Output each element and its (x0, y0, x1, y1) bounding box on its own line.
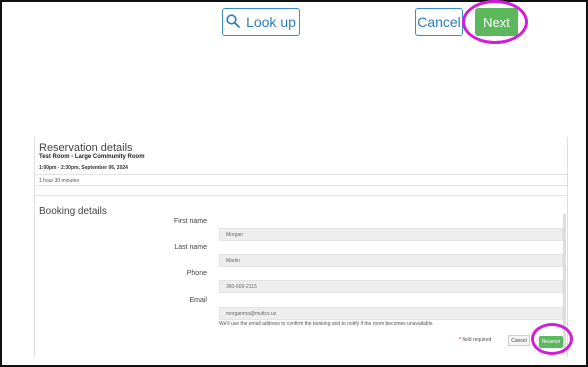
divider (35, 185, 567, 186)
divider (35, 174, 567, 175)
phone-field[interactable]: 360-600-2115 (219, 280, 563, 293)
highlight-ring-reserve (531, 323, 573, 355)
last-name-field[interactable]: Martin (219, 254, 563, 267)
divider (35, 195, 567, 196)
reservation-time: 1:00pm - 2:30pm, September 06, 2024 (39, 165, 128, 171)
reservation-details-heading: Reservation details (39, 142, 133, 154)
highlight-ring-next (462, 0, 528, 44)
last-name-label: Last name (174, 244, 207, 251)
reservation-duration: 1 hour 30 minutes (39, 178, 80, 184)
lookup-label: Look up (246, 14, 296, 30)
first-name-field[interactable]: Morgan (219, 228, 563, 241)
reservation-panel: Reservation details Test Room - Large Co… (34, 137, 568, 357)
lookup-button[interactable]: Look up (222, 8, 300, 36)
required-star: * (459, 337, 461, 343)
phone-label: Phone (186, 270, 207, 277)
booking-details-heading: Booking details (39, 206, 107, 217)
first-name-label: First name (173, 218, 207, 225)
email-label: Email (189, 297, 207, 304)
room-name: Test Room - Large Community Room (39, 154, 145, 160)
email-help-text: We'll use the email address to confirm t… (219, 321, 434, 327)
cancel-button[interactable]: Cancel (415, 8, 463, 36)
search-icon (226, 13, 240, 31)
booking-cancel-button[interactable]: Cancel (508, 335, 530, 346)
required-note: * field required (459, 337, 491, 343)
required-note-text: field required (462, 337, 492, 343)
email-field[interactable]: morganma@multco.us (219, 307, 563, 320)
